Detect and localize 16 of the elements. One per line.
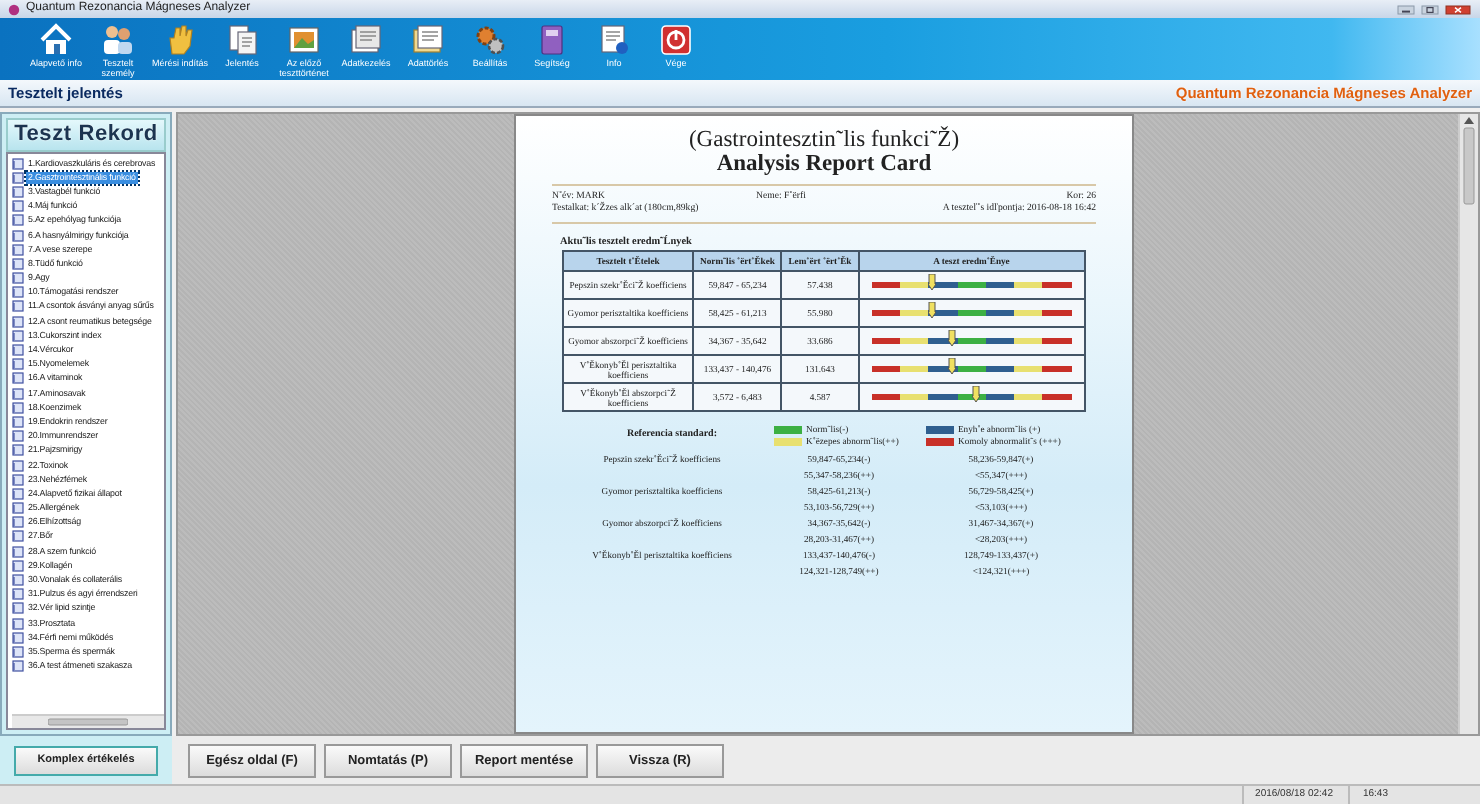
folder-icon xyxy=(348,22,384,58)
close-icon xyxy=(1444,3,1472,15)
report-title: (Gastrointesztin˜lis funkci˜Ž) xyxy=(688,128,960,152)
power-icon xyxy=(658,22,694,58)
people-icon xyxy=(100,22,136,58)
info-icon xyxy=(596,22,632,58)
minimize-icon xyxy=(1396,3,1416,15)
app-icon xyxy=(8,3,20,15)
gear-icon xyxy=(472,22,508,58)
maximize-icon xyxy=(1420,3,1440,15)
panel-title: Teszt Rekord xyxy=(6,118,166,152)
folder-icon xyxy=(410,22,446,58)
home-icon xyxy=(38,22,74,58)
picture-icon xyxy=(286,22,322,58)
documents-icon xyxy=(224,22,260,58)
report-subtitle: Analysis Report Card xyxy=(716,152,932,178)
